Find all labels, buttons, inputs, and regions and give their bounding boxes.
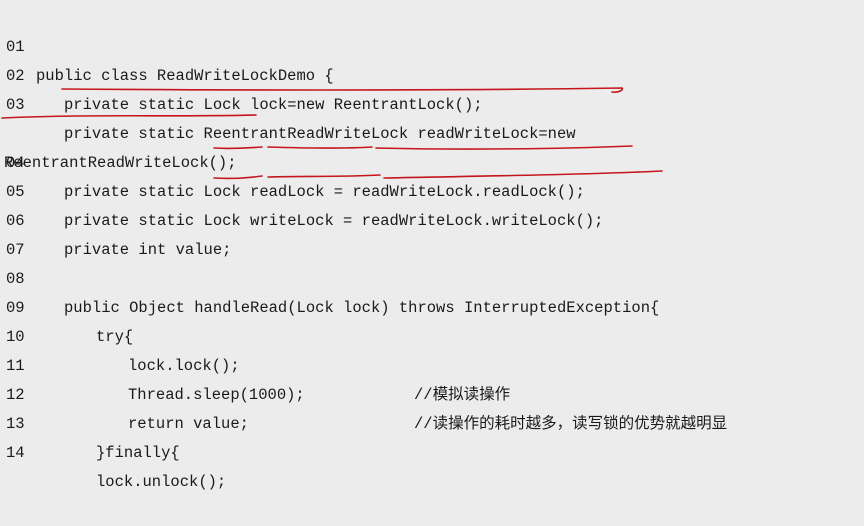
code-comment: //模拟读操作 <box>414 386 511 404</box>
code-text: try{ <box>96 328 134 346</box>
code-line: 11 Thread.sleep(1000); //读操作的耗时越多，读写锁的优势… <box>0 323 727 433</box>
code-text: private static ReentrantReadWriteLock re… <box>64 125 576 143</box>
code-line-continuation: ReentrantReadWriteLock(); <box>0 91 237 172</box>
code-text: lock.unlock(); <box>96 473 227 491</box>
code-line: 09 try{ <box>0 265 133 346</box>
code-text: lock.lock(); <box>128 357 240 375</box>
code-comment: //读操作的耗时越多，读写锁的优势就越明显 <box>414 415 728 433</box>
code-line: 05 private static Lock writeLock = readW… <box>0 149 604 230</box>
code-line: 03 private static ReentrantReadWriteLock… <box>0 62 576 143</box>
code-line: 12 return value; <box>0 352 249 433</box>
code-text: private static Lock lock=new ReentrantLo… <box>64 96 483 114</box>
code-text: public Object handleRead(Lock lock) thro… <box>64 299 660 317</box>
code-text: private static Lock writeLock = readWrit… <box>64 212 604 230</box>
code-text: public class ReadWriteLockDemo { <box>36 67 334 85</box>
code-text: Thread.sleep(1000); <box>128 386 305 404</box>
line-number: 14 <box>6 444 25 462</box>
code-line: 08 public Object handleRead(Lock lock) t… <box>0 236 659 317</box>
code-listing: 01 public class ReadWriteLockDemo { 02 p… <box>0 0 864 491</box>
code-text: private int value; <box>64 241 232 259</box>
code-line: 01 public class ReadWriteLockDemo { <box>0 4 334 85</box>
code-line: 04 private static Lock readLock = readWr… <box>0 120 585 201</box>
code-line: 10 lock.lock(); //模拟读操作 <box>0 294 510 404</box>
code-line: 14 lock.unlock(); <box>0 410 226 491</box>
code-text: ReentrantReadWriteLock(); <box>4 154 237 172</box>
code-text: return value; <box>128 415 249 433</box>
code-line: 07 <box>0 207 37 259</box>
code-text: private static Lock readLock = readWrite… <box>64 183 585 201</box>
code-line: 06 private int value; <box>0 178 231 259</box>
code-line: 13 }finally{ <box>0 381 180 462</box>
code-line: 02 private static Lock lock=new Reentran… <box>0 33 483 114</box>
code-text: }finally{ <box>96 444 180 462</box>
